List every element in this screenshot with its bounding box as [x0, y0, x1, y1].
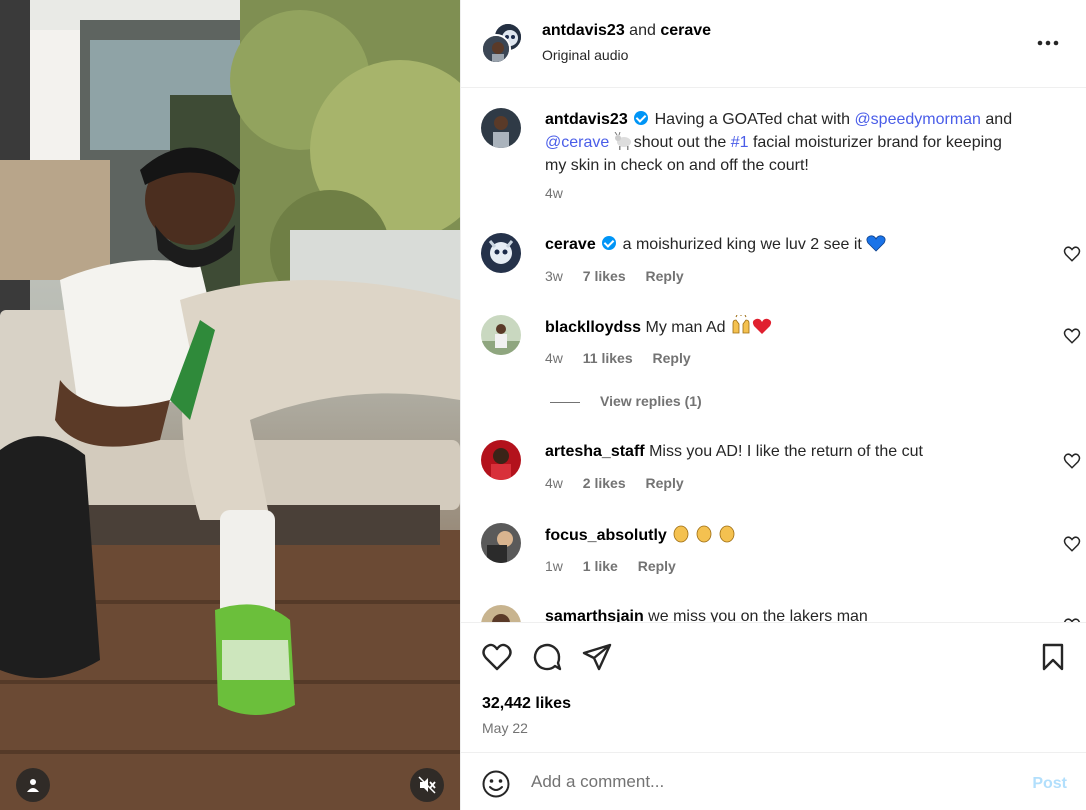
person-icon — [27, 779, 39, 792]
likes-count[interactable]: 32,442 likes — [482, 695, 571, 713]
comment-meta: 4w 11 likes Reply — [545, 350, 707, 366]
raised-hands-emoji-icon — [732, 315, 750, 334]
reply-button[interactable]: Reply — [638, 558, 676, 574]
comment-body: a moishurized king we luv 2 see it — [622, 236, 862, 253]
caption-text: antdavis23 Having a GOATed chat with @sp… — [545, 108, 1015, 177]
avatar[interactable] — [481, 440, 521, 480]
red-heart-icon — [752, 318, 772, 334]
collab-avatars[interactable] — [481, 22, 525, 66]
reply-button[interactable]: Reply — [646, 475, 684, 491]
post-media[interactable] — [0, 0, 460, 810]
audio-label[interactable]: Original audio — [542, 47, 628, 63]
comment-username[interactable]: focus_absolutly — [545, 527, 667, 544]
verified-badge-icon — [634, 111, 649, 125]
more-options-button[interactable] — [1033, 30, 1063, 56]
mention-link[interactable]: @speedymorman — [854, 111, 981, 128]
comment-username[interactable]: samarthsjain — [545, 608, 644, 622]
comment-likes[interactable]: 1 like — [583, 558, 618, 574]
heart-outline-icon[interactable] — [1063, 327, 1081, 345]
heart-outline-icon[interactable] — [1063, 245, 1081, 263]
comment-body: we miss you on the lakers man — [648, 608, 868, 622]
comments-list[interactable]: antdavis23 Having a GOATed chat with @sp… — [461, 89, 1086, 622]
avatar[interactable] — [481, 233, 521, 273]
caption-text-1: Having a GOATed chat with — [654, 111, 850, 128]
emoji-picker-icon[interactable] — [481, 769, 511, 799]
like-heart-icon[interactable] — [481, 641, 513, 673]
comment-bubble-icon[interactable] — [531, 641, 563, 673]
author-link-2[interactable]: cerave — [660, 22, 711, 39]
avatar-antdavis23[interactable] — [481, 34, 511, 64]
post-actions: 32,442 likes May 22 — [461, 622, 1086, 752]
comment-composer: Post — [461, 752, 1086, 810]
mute-button[interactable] — [410, 768, 444, 802]
blue-heart-icon — [866, 235, 886, 252]
post-panel: antdavis23 and cerave Original audio ant… — [460, 0, 1086, 810]
reply-button[interactable]: Reply — [653, 350, 691, 366]
goat-emoji-icon — [614, 132, 631, 150]
comment-username[interactable]: cerave — [545, 236, 596, 253]
post-comment-button[interactable]: Post — [1032, 775, 1067, 793]
comment-body: My man Ad — [645, 319, 726, 336]
view-replies-button[interactable]: View replies (1) — [600, 393, 702, 409]
save-bookmark-icon[interactable] — [1037, 641, 1069, 673]
comment-meta: 3w 7 likes Reply — [545, 268, 700, 284]
caption-username[interactable]: antdavis23 — [545, 111, 628, 128]
comment-text: samarthsjain we miss you on the lakers m… — [545, 605, 1015, 622]
comment-likes[interactable]: 7 likes — [583, 268, 626, 284]
comment-time[interactable]: 3w — [545, 268, 563, 284]
post-header: antdavis23 and cerave Original audio — [461, 0, 1086, 88]
share-paper-plane-icon[interactable] — [581, 641, 613, 673]
comment-time[interactable]: 1w — [545, 558, 563, 574]
avatar[interactable] — [481, 523, 521, 563]
comment-time[interactable]: 4w — [545, 350, 563, 366]
comment-likes[interactable]: 11 likes — [583, 350, 633, 366]
hashtag-link[interactable]: #1 — [731, 134, 749, 151]
author-joiner: and — [629, 22, 656, 39]
avatar[interactable] — [481, 315, 521, 355]
caption-time[interactable]: 4w — [545, 185, 563, 201]
comment-text: blacklloydss My man Ad — [545, 315, 1015, 339]
comment-username[interactable]: blacklloydss — [545, 319, 641, 336]
clapping-hands-emoji-icon — [673, 525, 735, 543]
comment-body: Miss you AD! I like the return of the cu… — [649, 443, 923, 460]
comment-meta: 4w 2 likes Reply — [545, 475, 700, 491]
tag-button[interactable] — [16, 768, 50, 802]
avatar[interactable] — [481, 605, 521, 622]
comment-meta: 1w 1 like Reply — [545, 558, 692, 574]
speaker-muted-icon — [418, 776, 436, 794]
verified-badge-icon — [602, 236, 617, 250]
comment-likes[interactable]: 2 likes — [583, 475, 626, 491]
comment-text: focus_absolutly — [545, 523, 1015, 547]
comment-text: artesha_staff Miss you AD! I like the re… — [545, 440, 1015, 463]
heart-outline-icon[interactable] — [1063, 535, 1081, 553]
post-authors: antdavis23 and cerave — [542, 22, 711, 40]
avatar[interactable] — [481, 108, 521, 148]
post-date: May 22 — [482, 720, 528, 736]
comment-text: cerave a moishurized king we luv 2 see i… — [545, 233, 1015, 256]
caption-text-3: shout out the — [633, 134, 727, 151]
author-link-1[interactable]: antdavis23 — [542, 22, 625, 39]
caption-text-2: and — [985, 111, 1013, 128]
mention-link[interactable]: @cerave — [545, 134, 609, 151]
video-frame — [0, 0, 460, 810]
comment-username[interactable]: artesha_staff — [545, 443, 645, 460]
heart-outline-icon[interactable] — [1063, 452, 1081, 470]
comment-input[interactable] — [531, 765, 1001, 799]
reply-button[interactable]: Reply — [646, 268, 684, 284]
more-horizontal-icon — [1037, 40, 1059, 46]
caption-meta: 4w — [545, 185, 579, 201]
comment-time[interactable]: 4w — [545, 475, 563, 491]
